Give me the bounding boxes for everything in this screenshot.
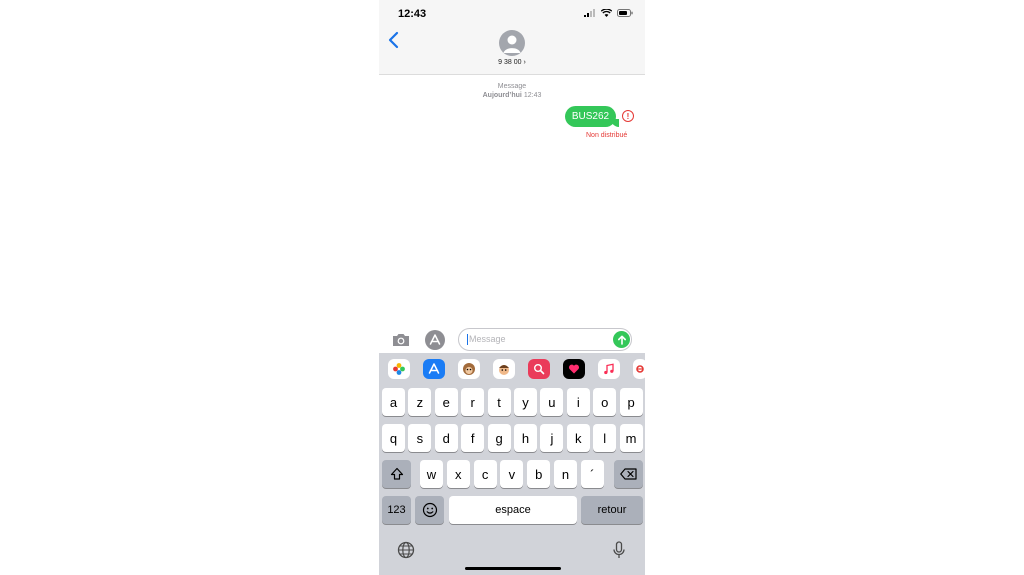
key-r[interactable]: r [461, 388, 485, 416]
key-h[interactable]: h [514, 424, 537, 452]
memoji-icon[interactable] [493, 359, 515, 379]
imessage-app-strip [379, 353, 645, 384]
backspace-icon [619, 468, 637, 480]
key-g[interactable]: g [487, 424, 511, 452]
status-icons [584, 9, 633, 17]
keyboard: azertyuiop qsdfghjklm w x c v b n ´ 123 espace… [379, 353, 645, 575]
key-l[interactable]: l [593, 424, 617, 452]
key-accent[interactable]: ´ [580, 460, 604, 488]
return-key[interactable]: retour [581, 496, 643, 524]
photos-icon[interactable] [388, 359, 410, 379]
message-placeholder: Message [469, 334, 506, 344]
shift-arrow-icon [390, 467, 403, 480]
globe-icon[interactable] [397, 541, 415, 559]
key-u[interactable]: u [540, 388, 564, 416]
animoji-icon[interactable] [458, 359, 480, 379]
sent-message-bubble[interactable]: BUS262 [565, 106, 616, 127]
message-input[interactable]: Message [458, 328, 632, 351]
key-q[interactable]: q [382, 424, 405, 452]
send-arrow-icon[interactable] [613, 331, 630, 348]
service-label: Message [497, 83, 527, 90]
emoji-key[interactable] [415, 496, 444, 524]
app-store-icon[interactable] [425, 330, 445, 350]
key-p[interactable]: p [619, 388, 643, 416]
messages-screen: 12:43 9 38 00 › Message Aujourd’hui 12:4… [379, 0, 645, 575]
key-b[interactable]: b [527, 460, 551, 488]
status-time: 12:43 [398, 8, 427, 20]
images-search-icon[interactable] [528, 359, 550, 379]
contact-avatar[interactable] [499, 30, 525, 56]
shift-key[interactable] [382, 460, 411, 488]
composer-bar: Message [379, 327, 645, 353]
signal-icon [584, 9, 595, 17]
key-c[interactable]: c [473, 460, 497, 488]
app-store-icon[interactable] [423, 359, 445, 379]
battery-icon [617, 9, 633, 17]
date-prefix: Aujourd’hui [482, 92, 522, 99]
key-n[interactable]: n [554, 460, 577, 488]
key-a[interactable]: a [382, 388, 405, 416]
key-e[interactable]: e [434, 388, 458, 416]
person-icon [503, 35, 521, 53]
delivery-status: Non distribué [586, 132, 628, 139]
ebay-icon[interactable] [633, 359, 645, 379]
key-y[interactable]: y [514, 388, 537, 416]
music-icon[interactable] [598, 359, 620, 379]
contact-name[interactable]: 9 38 00 › [379, 59, 645, 66]
space-key[interactable]: espace [449, 496, 577, 524]
error-icon[interactable]: ! [622, 110, 634, 122]
key-d[interactable]: d [434, 424, 458, 452]
key-x[interactable]: x [446, 460, 470, 488]
backspace-key[interactable] [614, 460, 643, 488]
key-m[interactable]: m [619, 424, 643, 452]
digital-touch-icon[interactable] [563, 359, 585, 379]
key-z[interactable]: z [408, 388, 432, 416]
key-v[interactable]: v [500, 460, 524, 488]
key-f[interactable]: f [461, 424, 485, 452]
home-indicator [465, 567, 561, 570]
date-time: 12:43 [523, 92, 542, 99]
key-s[interactable]: s [408, 424, 432, 452]
conversation-header: 12:43 9 38 00 › [379, 0, 645, 75]
key-o[interactable]: o [593, 388, 617, 416]
message-timestamp: Aujourd’hui 12:43 [379, 92, 645, 99]
camera-icon[interactable] [391, 332, 411, 348]
key-i[interactable]: i [566, 388, 590, 416]
text-caret [467, 334, 468, 346]
key-j[interactable]: j [540, 424, 564, 452]
chevron-left-icon[interactable] [386, 30, 402, 50]
microphone-icon[interactable] [613, 541, 625, 559]
numbers-key[interactable]: 123 [382, 496, 411, 524]
wifi-icon [601, 9, 612, 17]
key-w[interactable]: w [420, 460, 443, 488]
key-t[interactable]: t [487, 388, 511, 416]
emoji-icon [422, 502, 437, 518]
key-k[interactable]: k [566, 424, 590, 452]
